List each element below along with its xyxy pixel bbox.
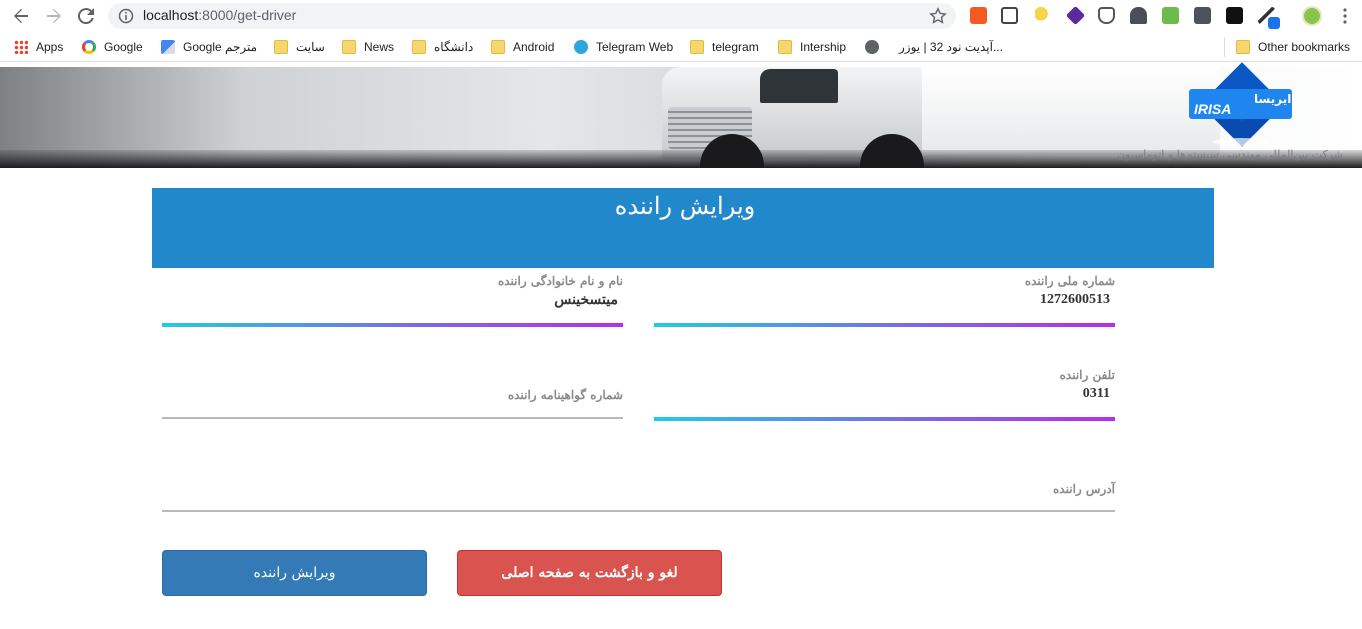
- forward-button[interactable]: [42, 4, 66, 28]
- pocket-icon[interactable]: [1098, 7, 1115, 24]
- national-id-label: شماره ملی راننده: [1024, 274, 1115, 288]
- address-bar[interactable]: localhost:8000/get-driver: [108, 3, 956, 29]
- phone-field[interactable]: تلفن راننده 0311: [654, 368, 1115, 408]
- bookmark-label: News: [364, 40, 395, 54]
- folder-icon: [1236, 40, 1250, 54]
- edit-driver-button[interactable]: ویرایش راننده: [162, 550, 427, 596]
- bookmarks-separator: [1224, 37, 1225, 57]
- extension-icon-cube[interactable]: [1065, 5, 1086, 26]
- national-id-underline: [654, 323, 1115, 327]
- extension-icon-gray[interactable]: [1194, 7, 1211, 24]
- logo-shadow: [1213, 138, 1269, 146]
- address-underline: [162, 510, 1115, 512]
- address-label: آدرس راننده: [1053, 482, 1115, 496]
- folder-icon: [412, 40, 426, 54]
- phone-value[interactable]: 0311: [1083, 386, 1110, 402]
- bookmark-star-icon[interactable]: [929, 7, 947, 25]
- badge-icon: [1268, 17, 1280, 29]
- bookmark-folder-telegram[interactable]: telegram: [690, 39, 759, 55]
- url-path: :8000/get-driver: [198, 7, 297, 23]
- bookmark-folder-news[interactable]: News: [342, 39, 394, 55]
- url-text[interactable]: localhost:8000/get-driver: [143, 7, 296, 23]
- folder-icon: [690, 40, 704, 54]
- bookmark-other[interactable]: Other bookmarks: [1236, 39, 1350, 55]
- reload-icon: [78, 8, 94, 24]
- folder-icon: [342, 40, 356, 54]
- form-header: ویرایش راننده: [152, 188, 1214, 268]
- truck-trailer: [920, 67, 1220, 155]
- full-name-underline: [162, 323, 623, 327]
- profile-avatar[interactable]: [1302, 6, 1322, 26]
- apps-grid-icon: [14, 40, 28, 54]
- reload-button[interactable]: [74, 4, 98, 28]
- menu-button[interactable]: [1333, 4, 1357, 28]
- copy-extension-icon[interactable]: [1001, 7, 1018, 24]
- arrow-left-icon: [14, 9, 28, 23]
- bookmark-google[interactable]: Google: [82, 39, 143, 55]
- bookmark-label: Android: [513, 40, 555, 54]
- url-host: localhost: [143, 7, 199, 23]
- translate-icon: [161, 40, 175, 54]
- bookmark-google-translate[interactable]: Google مترجم: [161, 39, 257, 55]
- more-vert-icon: [1343, 8, 1347, 24]
- folder-icon: [274, 40, 288, 54]
- moon-extension-icon[interactable]: [1035, 7, 1052, 24]
- full-name-label: نام و نام خانوادگی راننده: [497, 274, 623, 288]
- license-number-field[interactable]: شماره گواهینامه راننده: [162, 388, 623, 414]
- bookmark-telegram-web[interactable]: Telegram Web: [574, 39, 673, 55]
- bookmark-label: telegram: [712, 40, 759, 54]
- bookmark-label: سایت: [296, 40, 325, 54]
- folder-icon: [491, 40, 505, 54]
- national-id-value[interactable]: 1272600513: [1040, 292, 1110, 308]
- folder-icon: [778, 40, 792, 54]
- bookmark-label: دانشگاه: [434, 40, 474, 54]
- bookmark-nod32[interactable]: آپدیت نود 32 | یوزر...: [865, 39, 1003, 55]
- google-icon: [82, 40, 96, 54]
- back-button[interactable]: [9, 4, 33, 28]
- bookmark-label: Intership: [800, 40, 847, 54]
- cancel-return-button[interactable]: لغو و بازگشت به صفحه اصلی: [457, 550, 722, 596]
- bookmark-label: Apps: [36, 40, 64, 54]
- license-number-label: شماره گواهینامه راننده: [507, 388, 623, 402]
- phone-label: تلفن راننده: [1059, 368, 1115, 382]
- bookmark-folder-site[interactable]: سایت: [274, 39, 325, 55]
- full-name-field[interactable]: نام و نام خانوادگی راننده میتسخینس: [162, 274, 623, 314]
- license-number-underline: [162, 417, 623, 419]
- jetbrains-icon[interactable]: [1226, 7, 1243, 24]
- telegram-icon: [574, 40, 588, 54]
- browser-toolbar: localhost:8000/get-driver: [0, 0, 1362, 32]
- bookmark-label: آپدیت نود 32 | یوزر...: [899, 40, 1003, 54]
- national-id-field[interactable]: شماره ملی راننده 1272600513: [654, 274, 1115, 314]
- bookmark-label: Telegram Web: [596, 40, 674, 54]
- extension-icon-green[interactable]: [1162, 7, 1179, 24]
- globe-icon: [865, 40, 879, 54]
- bookmark-label: Other bookmarks: [1258, 40, 1351, 54]
- truck-window: [760, 69, 838, 103]
- shield-extension-icon[interactable]: [1130, 7, 1147, 24]
- bookmark-apps[interactable]: Apps: [14, 39, 63, 55]
- header-banner: شرکت بین‌المللی مهندسی سیستم‌ها و اتوماس…: [0, 67, 1362, 168]
- phone-underline: [654, 417, 1115, 421]
- banner-caption: شرکت بین‌المللی مهندسی سیستم‌ها و اتوماس…: [1117, 148, 1344, 161]
- page-title: ویرایش راننده: [614, 192, 756, 220]
- bookmark-folder-intership[interactable]: Intership: [778, 39, 846, 55]
- logo-latin-text: IRISA: [1194, 101, 1232, 117]
- arrow-right-icon: [47, 9, 61, 23]
- address-field[interactable]: آدرس راننده: [162, 482, 1115, 508]
- bookmark-label: Google مترجم: [183, 40, 258, 54]
- bookmark-label: Google: [104, 40, 143, 54]
- extension-icon-1[interactable]: [970, 7, 987, 24]
- full-name-value[interactable]: میتسخینس: [554, 292, 618, 309]
- bookmark-folder-android[interactable]: Android: [491, 39, 554, 55]
- logo-persian-text: ایریسا: [1254, 92, 1292, 106]
- info-icon[interactable]: [118, 8, 134, 24]
- bookmark-folder-university[interactable]: دانشگاه: [412, 39, 473, 55]
